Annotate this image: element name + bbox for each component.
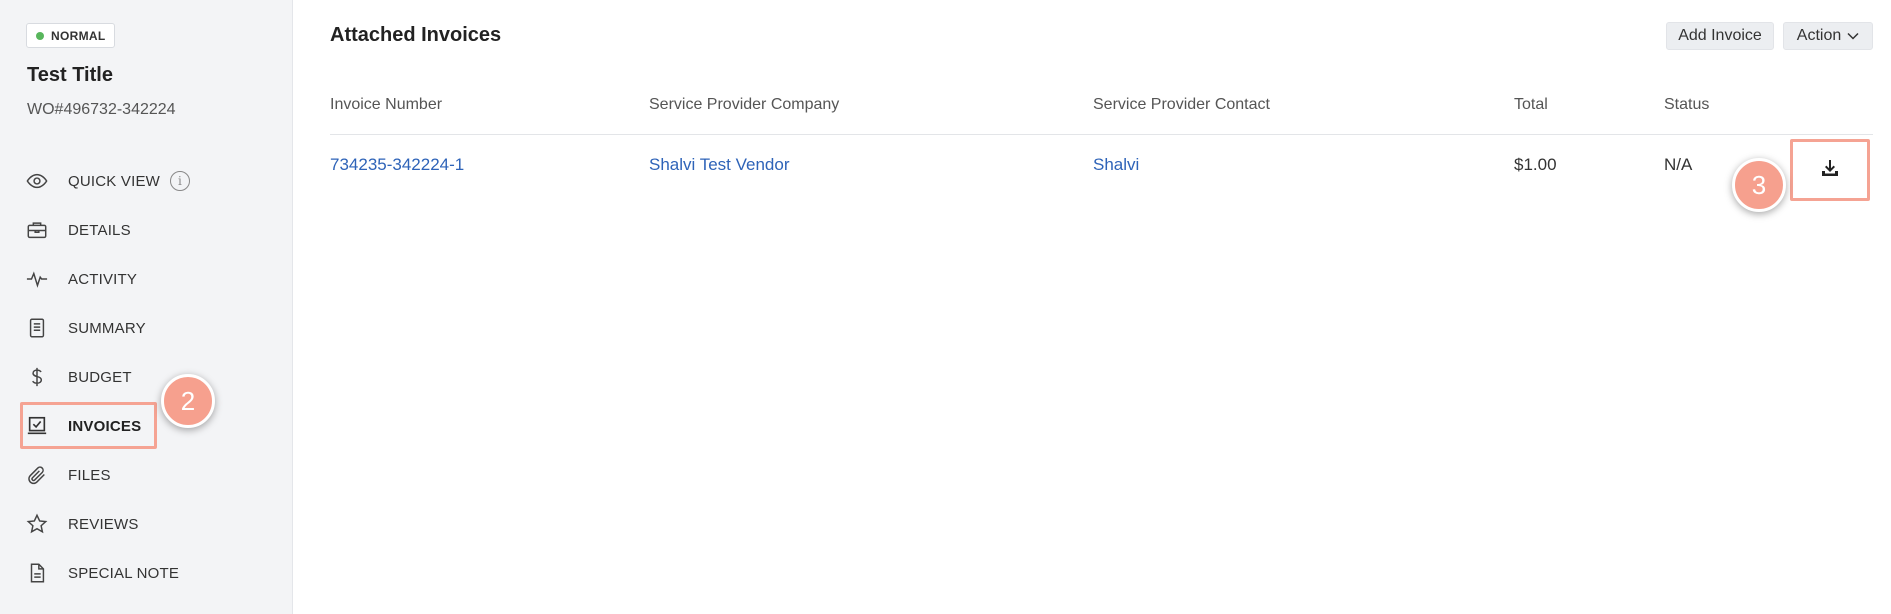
sidebar-item-label: FILES — [68, 466, 111, 484]
column-header-invoice-number[interactable]: Invoice Number — [330, 96, 442, 114]
priority-badge: NORMAL — [26, 23, 116, 48]
briefcase-icon — [24, 218, 50, 242]
sidebar-item-special-note[interactable]: SPECIAL NOTE — [24, 558, 179, 588]
highlight-invoices — [20, 402, 157, 449]
invoice-number-link[interactable]: 734235-342224-1 — [330, 155, 464, 175]
dollar-icon — [24, 365, 50, 389]
invoice-total: $1.00 — [1514, 155, 1557, 174]
sidebar-item-quick-view[interactable]: QUICK VIEW i — [24, 166, 191, 196]
sidebar-item-label: SUMMARY — [68, 319, 146, 337]
sidebar-item-label: QUICK VIEW — [68, 172, 161, 190]
add-invoice-button[interactable]: Add Invoice — [1666, 22, 1774, 50]
table-header-divider — [330, 134, 1873, 135]
eye-icon — [24, 169, 50, 193]
sidebar-item-activity[interactable]: ACTIVITY — [24, 264, 137, 294]
page-title: Attached Invoices — [330, 24, 502, 46]
work-order-title: Test Title — [27, 64, 113, 86]
sidebar-item-summary[interactable]: SUMMARY — [24, 313, 146, 343]
star-icon — [24, 512, 50, 536]
work-order-number: WO#496732-342224 — [27, 101, 176, 118]
note-icon — [24, 561, 50, 585]
highlight-download — [1790, 139, 1870, 201]
chevron-down-icon — [1847, 32, 1859, 40]
document-icon — [24, 316, 50, 340]
activity-icon — [24, 267, 50, 291]
sidebar-item-label: ACTIVITY — [68, 270, 138, 288]
sidebar: NORMAL Test Title WO#496732-342224 QUICK… — [0, 0, 293, 614]
column-header-company[interactable]: Service Provider Company — [649, 96, 839, 114]
status-dot-icon — [36, 31, 44, 40]
company-link[interactable]: Shalvi Test Vendor — [649, 155, 790, 175]
step-marker-3: 3 — [1732, 158, 1786, 212]
sidebar-item-budget[interactable]: BUDGET — [24, 362, 132, 392]
column-header-total[interactable]: Total — [1514, 96, 1548, 114]
action-dropdown-button[interactable]: Action — [1783, 22, 1873, 50]
action-label: Action — [1796, 27, 1842, 44]
sidebar-item-label: BUDGET — [68, 368, 132, 386]
invoice-status: N/A — [1664, 155, 1693, 174]
priority-badge-label: NORMAL — [51, 28, 106, 43]
sidebar-item-files[interactable]: FILES — [24, 460, 111, 490]
sidebar-item-label: REVIEWS — [68, 515, 139, 533]
sidebar-item-reviews[interactable]: REVIEWS — [24, 509, 139, 539]
step-marker-2: 2 — [161, 374, 215, 428]
contact-link[interactable]: Shalvi — [1093, 155, 1139, 175]
column-header-status[interactable]: Status — [1664, 96, 1709, 114]
column-header-contact[interactable]: Service Provider Contact — [1093, 96, 1270, 114]
sidebar-item-label: SPECIAL NOTE — [68, 564, 180, 582]
paperclip-icon — [24, 463, 50, 487]
sidebar-item-details[interactable]: DETAILS — [24, 215, 131, 245]
info-icon[interactable]: i — [170, 171, 191, 191]
sidebar-item-label: DETAILS — [68, 221, 131, 239]
